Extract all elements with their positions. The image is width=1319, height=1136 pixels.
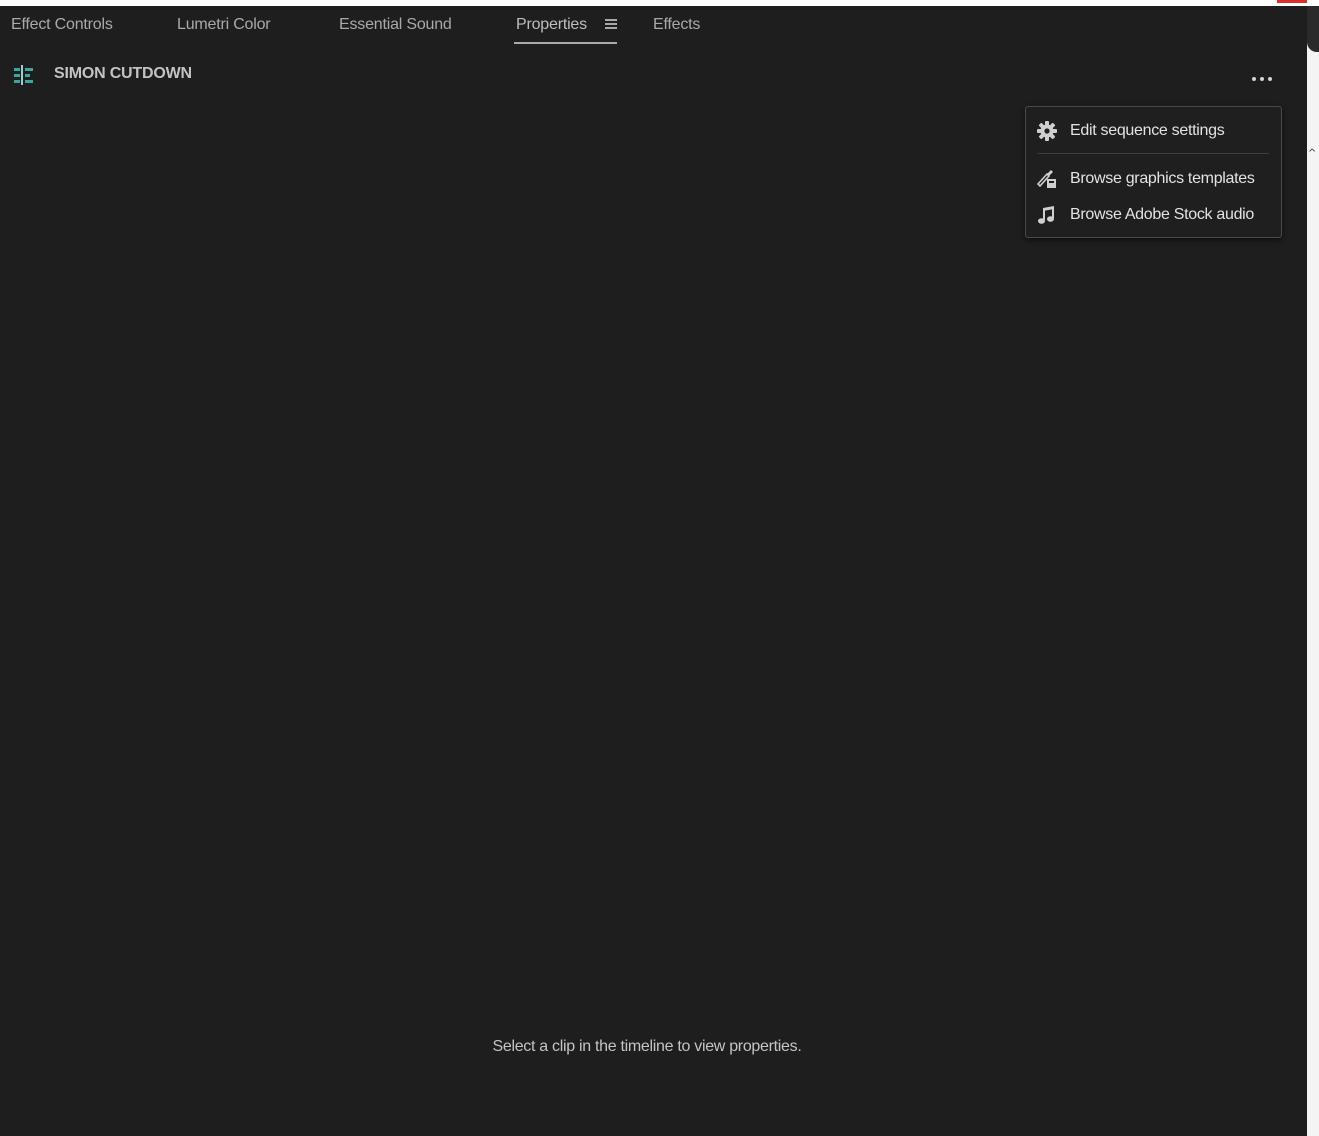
more-options-icon xyxy=(1252,77,1256,81)
caret-up-icon: ^ xyxy=(1308,148,1317,159)
menu-item-browse-graphics-templates[interactable]: Browse graphics templates xyxy=(1026,164,1281,194)
sequence-header: SIMON CUTDOWN xyxy=(12,62,192,86)
menu-item-label: Browse Adobe Stock audio xyxy=(1070,206,1255,223)
graphics-template-icon xyxy=(1036,168,1058,190)
tab-lumetri-color[interactable]: Lumetri Color xyxy=(177,16,271,42)
tab-effect-controls[interactable]: Effect Controls xyxy=(11,16,113,42)
window-edge-nub xyxy=(1307,6,1319,52)
active-tab-underline xyxy=(514,42,618,44)
properties-panel: Effect Controls Lumetri Color Essential … xyxy=(0,6,1307,1136)
empty-state-message: Select a clip in the timeline to view pr… xyxy=(492,1038,802,1055)
tab-essential-sound[interactable]: Essential Sound xyxy=(339,16,452,42)
hamburger-menu-icon[interactable] xyxy=(605,19,618,29)
more-options-button[interactable] xyxy=(1250,72,1274,86)
tab-properties[interactable]: Properties xyxy=(514,16,618,44)
music-note-icon xyxy=(1036,204,1058,226)
sequence-title: SIMON CUTDOWN xyxy=(54,65,192,82)
tab-label: Properties xyxy=(516,16,587,33)
panel-tab-bar: Effect Controls Lumetri Color Essential … xyxy=(0,6,1307,46)
sequence-icon xyxy=(14,65,33,85)
tab-label: Effects xyxy=(653,16,701,33)
window-right-edge: ^ xyxy=(1307,6,1319,1136)
tab-label: Lumetri Color xyxy=(177,16,271,33)
menu-item-label: Browse graphics templates xyxy=(1070,170,1255,187)
tab-label: Effect Controls xyxy=(11,16,113,33)
context-menu: Edit sequence settings Browse graphics t… xyxy=(1025,106,1282,238)
gear-icon xyxy=(1036,120,1058,142)
tab-label: Essential Sound xyxy=(339,16,452,33)
menu-item-label: Edit sequence settings xyxy=(1070,122,1225,139)
window-close-edge xyxy=(1277,0,1307,3)
menu-item-edit-sequence-settings[interactable]: Edit sequence settings xyxy=(1026,116,1281,146)
menu-item-browse-adobe-stock-audio[interactable]: Browse Adobe Stock audio xyxy=(1026,200,1281,230)
menu-separator xyxy=(1038,153,1269,154)
tab-effects[interactable]: Effects xyxy=(653,16,700,42)
